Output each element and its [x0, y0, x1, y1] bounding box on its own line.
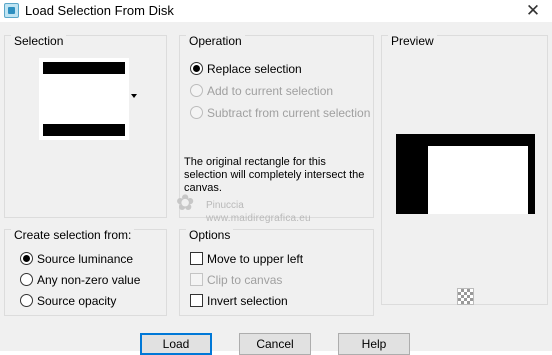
selection-group: Selection	[4, 34, 167, 218]
operation-group-title: Operation	[186, 34, 245, 48]
radio-button[interactable]	[20, 273, 33, 286]
radio-label: Add to current selection	[207, 84, 334, 98]
load-button[interactable]: Load	[140, 333, 212, 355]
title-bar: Load Selection From Disk ✕	[0, 0, 552, 22]
window-title: Load Selection From Disk	[25, 3, 174, 18]
radio-button[interactable]	[190, 62, 203, 75]
radio-label: Source opacity	[37, 294, 117, 308]
checkbox[interactable]	[190, 252, 203, 265]
dialog-client: Selection Operation Replace selection Ad…	[0, 22, 552, 355]
thumbnail-top-bar	[43, 62, 125, 74]
selection-icon	[4, 3, 19, 18]
preview-selection-rect	[428, 146, 528, 214]
preview-canvas	[396, 134, 535, 214]
preview-group: Preview	[381, 34, 548, 305]
preview-group-title: Preview	[388, 34, 437, 48]
close-icon[interactable]: ✕	[520, 0, 546, 22]
checkbox[interactable]	[190, 273, 203, 286]
selection-thumbnail[interactable]	[39, 58, 129, 140]
create-selection-from-group: Create selection from: Source luminance …	[4, 228, 167, 316]
checkerboard-icon[interactable]	[457, 288, 474, 305]
radio-button[interactable]	[20, 294, 33, 307]
selection-group-title: Selection	[11, 34, 67, 48]
radio-label: Subtract from current selection	[207, 106, 371, 120]
create-from-group-title: Create selection from:	[11, 228, 135, 242]
operation-group: Operation Replace selection Add to curre…	[179, 34, 374, 218]
radio-label: Source luminance	[37, 252, 134, 266]
radio-label: Replace selection	[207, 62, 302, 76]
thumbnail-bottom-bar	[43, 124, 125, 136]
help-button[interactable]: Help	[338, 333, 410, 355]
chevron-down-icon[interactable]	[131, 94, 137, 98]
radio-button[interactable]	[190, 106, 203, 119]
checkbox-label: Clip to canvas	[207, 273, 283, 287]
checkbox[interactable]	[190, 294, 203, 307]
radio-label: Any non-zero value	[37, 273, 141, 287]
checkbox-label: Move to upper left	[207, 252, 304, 266]
options-group-title: Options	[186, 228, 234, 242]
checkbox-label: Invert selection	[207, 294, 288, 308]
radio-button[interactable]	[190, 84, 203, 97]
cancel-button[interactable]: Cancel	[239, 333, 311, 355]
operation-info-text: The original rectangle for this selectio…	[184, 156, 365, 194]
radio-button[interactable]	[20, 252, 33, 265]
options-group: Options Move to upper left Clip to canva…	[179, 228, 374, 316]
